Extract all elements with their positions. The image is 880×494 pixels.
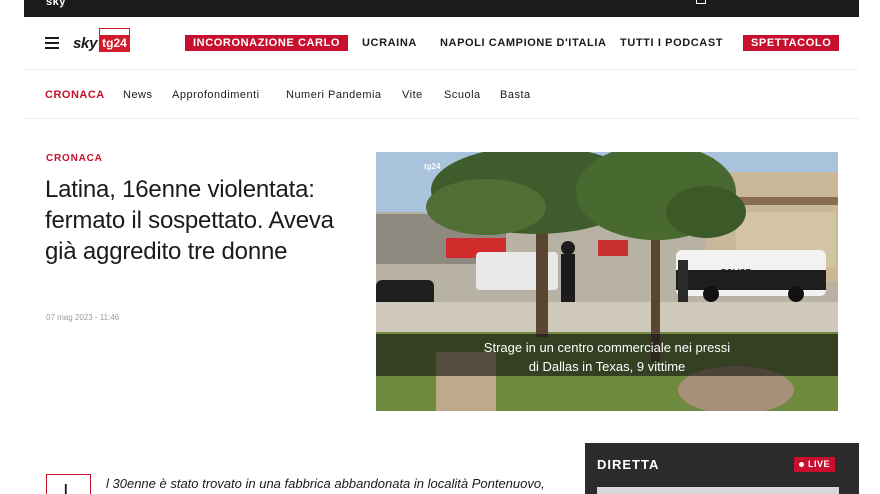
article-body-first-line: l 30enne è stato trovato in una fabbrica… bbox=[106, 476, 545, 491]
subnav-numeri-pandemia[interactable]: Numeri Pandemia bbox=[286, 89, 382, 101]
nav-item-incoronazione-carlo[interactable]: INCORONAZIONE CARLO bbox=[185, 35, 349, 51]
police-car-lettering: POLICE bbox=[721, 268, 751, 277]
subnav-vite[interactable]: Vite bbox=[402, 89, 423, 101]
subnav-basta[interactable]: Basta bbox=[500, 89, 531, 101]
right-page-margin bbox=[858, 0, 880, 494]
dropcap-frame: I bbox=[46, 474, 91, 494]
video-caption-line-1: Strage in un centro commerciale nei pres… bbox=[483, 340, 731, 355]
user-icon[interactable] bbox=[696, 0, 706, 4]
video-caption: Strage in un centro commerciale nei pres… bbox=[376, 338, 838, 376]
nav-item-spettacolo[interactable]: SPETTACOLO bbox=[743, 35, 840, 51]
sky-tg24-logo[interactable]: sky tg24 bbox=[73, 27, 130, 54]
live-thumbnail[interactable] bbox=[597, 487, 839, 494]
live-badge-label: LIVE bbox=[808, 459, 831, 469]
nav-item-podcast[interactable]: TUTTI I PODCAST bbox=[620, 36, 723, 50]
subnav-cronaca[interactable]: CRONACA bbox=[45, 89, 105, 101]
logo-sky-text: sky bbox=[73, 34, 98, 52]
logo-tg24-text: tg24 bbox=[99, 27, 130, 52]
video-player[interactable]: POLICE tg24 Strage in un centro commerci… bbox=[376, 152, 838, 411]
top-bar: sky bbox=[24, 0, 859, 17]
hamburger-menu-icon[interactable] bbox=[45, 37, 59, 49]
article-section-label[interactable]: CRONACA bbox=[46, 153, 103, 164]
subnav-approfondimenti[interactable]: Approfondimenti bbox=[172, 89, 260, 101]
left-page-margin bbox=[0, 0, 24, 494]
live-dot-icon bbox=[799, 462, 804, 467]
article-timestamp: 07 mag 2023 - 11:46 bbox=[46, 313, 120, 322]
live-panel-title: DIRETTA bbox=[597, 457, 660, 472]
video-caption-line-2: di Dallas in Texas, 9 vittime bbox=[528, 359, 686, 374]
topbar-brand[interactable]: sky bbox=[46, 0, 66, 8]
video-watermark: tg24 bbox=[424, 162, 441, 171]
live-panel: DIRETTA LIVE bbox=[585, 443, 859, 494]
subnav-news[interactable]: News bbox=[123, 89, 153, 101]
nav-item-ucraina[interactable]: UCRAINA bbox=[362, 36, 417, 50]
main-navigation: sky tg24 INCORONAZIONE CARLO UCRAINA NAP… bbox=[24, 17, 859, 69]
nav-item-napoli[interactable]: NAPOLI CAMPIONE D'ITALIA bbox=[440, 36, 607, 50]
article-headline: Latina, 16enne violentata: fermato il so… bbox=[45, 176, 334, 265]
dropcap-letter: I bbox=[63, 481, 69, 494]
live-badge[interactable]: LIVE bbox=[794, 457, 836, 472]
subnav-scuola[interactable]: Scuola bbox=[444, 89, 481, 101]
section-subnav: CRONACA News Approfondimenti Numeri Pand… bbox=[24, 69, 859, 119]
